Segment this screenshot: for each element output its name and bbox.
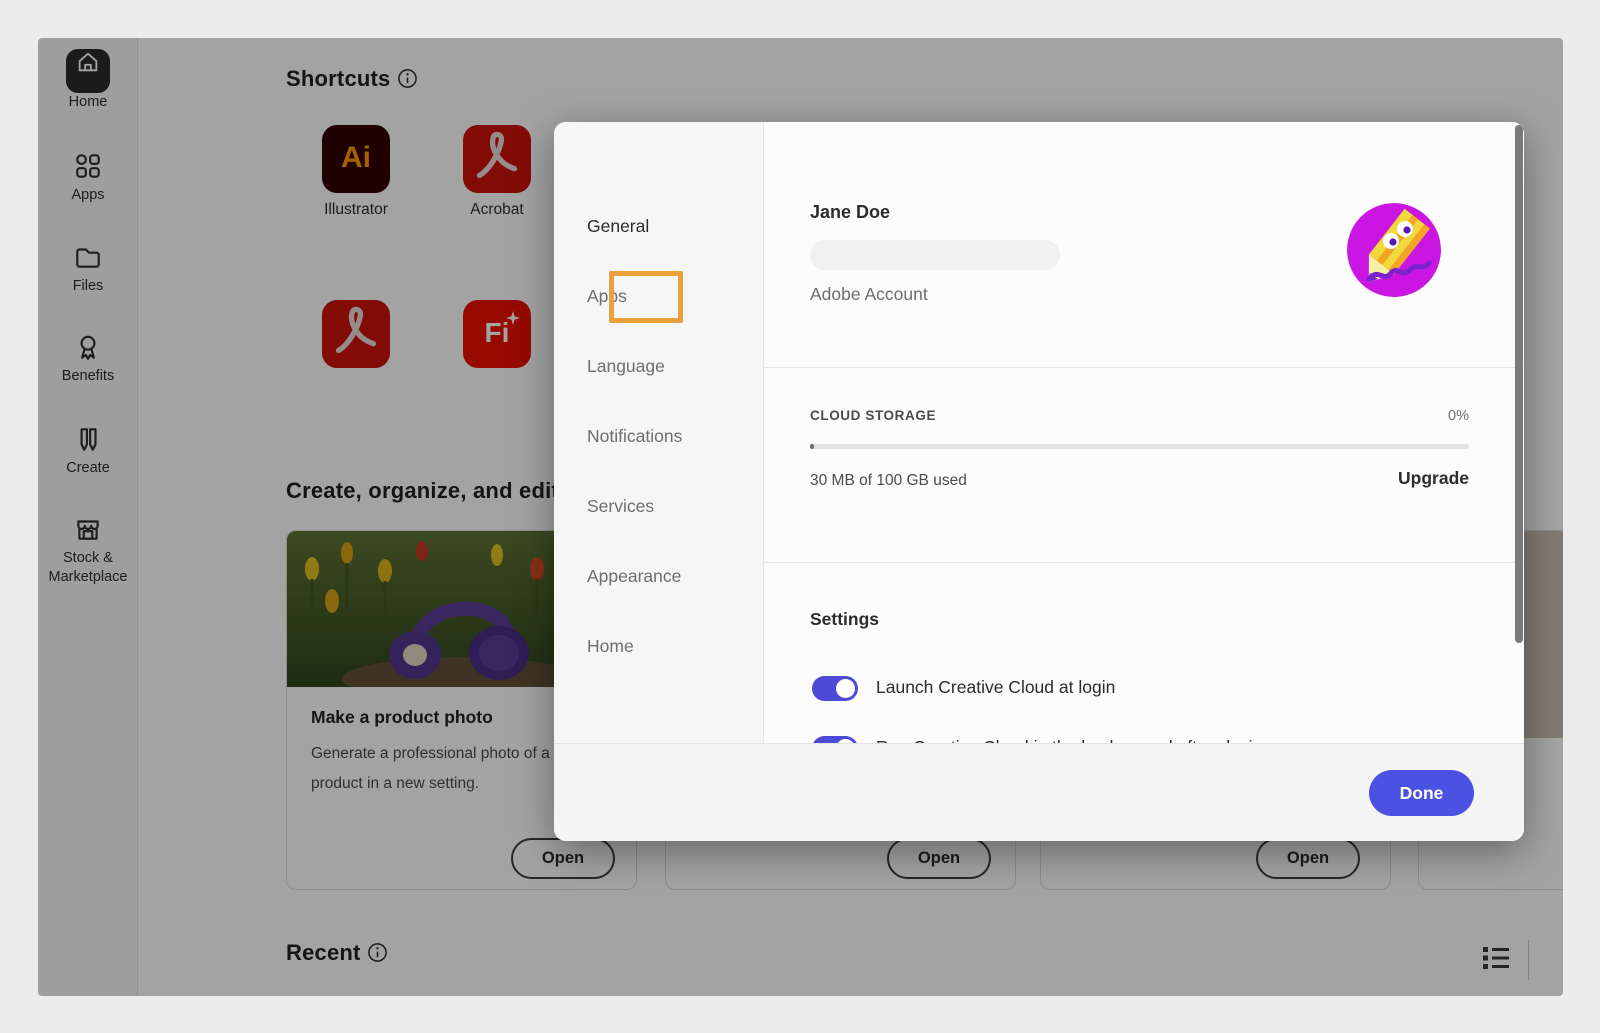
cloud-storage-used: 30 MB of 100 GB used — [810, 472, 967, 490]
dialog-nav-appearance[interactable]: Appearance — [587, 566, 681, 587]
app-window: Home Apps Files Benefits Create — [38, 38, 1563, 996]
preferences-dialog: General Apps Language Notifications Serv… — [554, 122, 1524, 841]
cloud-storage-heading: CLOUD STORAGE — [810, 408, 936, 423]
dialog-nav-general[interactable]: General — [587, 216, 649, 237]
avatar-pencil-image — [1347, 203, 1441, 297]
avatar — [1347, 203, 1441, 297]
upgrade-link[interactable]: Upgrade — [1398, 468, 1469, 489]
divider — [764, 562, 1524, 563]
redacted-email — [810, 240, 1060, 270]
dialog-footer: Done — [554, 743, 1524, 841]
cloud-storage-progress-fill — [810, 444, 814, 449]
toggle-label: Launch Creative Cloud at login — [876, 677, 1115, 698]
adobe-account-link[interactable]: Adobe Account — [810, 284, 928, 305]
dialog-nav-apps[interactable]: Apps — [587, 286, 627, 307]
dialog-nav-notifications[interactable]: Notifications — [587, 426, 682, 447]
done-button[interactable]: Done — [1369, 770, 1474, 816]
account-name: Jane Doe — [810, 202, 890, 223]
cloud-storage-percent: 0% — [1448, 408, 1469, 424]
dialog-nav-services[interactable]: Services — [587, 496, 654, 517]
toggle-launch-at-login[interactable] — [812, 676, 858, 701]
divider — [764, 367, 1524, 368]
toggle-knob — [836, 679, 855, 698]
dialog-scrollbar[interactable] — [1515, 125, 1523, 643]
dialog-nav-home[interactable]: Home — [587, 636, 634, 657]
cloud-storage-progressbar — [810, 444, 1469, 449]
dialog-content: Jane Doe Adobe Account — [764, 122, 1524, 743]
dialog-nav-language[interactable]: Language — [587, 356, 665, 377]
dialog-nav: General Apps Language Notifications Serv… — [554, 122, 764, 743]
settings-heading: Settings — [810, 609, 879, 630]
